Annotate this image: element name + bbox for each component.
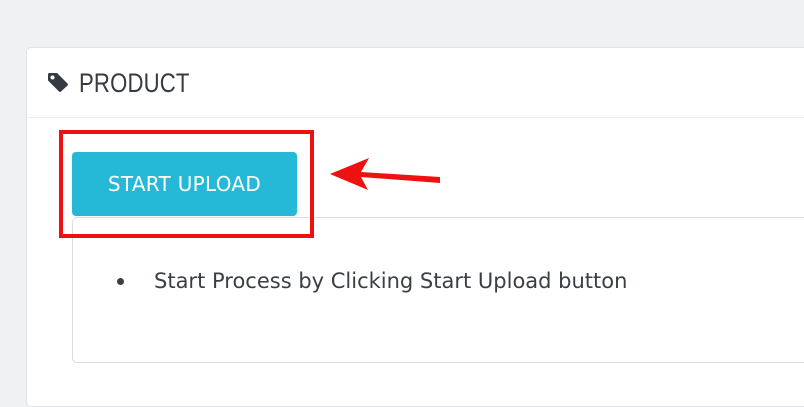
bullet-icon — [117, 278, 124, 285]
start-upload-button[interactable]: START UPLOAD — [72, 152, 297, 216]
panel-heading: PRODUCT — [27, 48, 804, 118]
instruction-text: Start Process by Clicking Start Upload b… — [154, 269, 628, 293]
list-item: Start Process by Clicking Start Upload b… — [117, 266, 627, 296]
instructions-list: Start Process by Clicking Start Upload b… — [117, 266, 627, 296]
arrow-left-icon — [330, 158, 440, 190]
tag-icon — [48, 73, 68, 92]
panel-title: PRODUCT — [79, 68, 190, 98]
